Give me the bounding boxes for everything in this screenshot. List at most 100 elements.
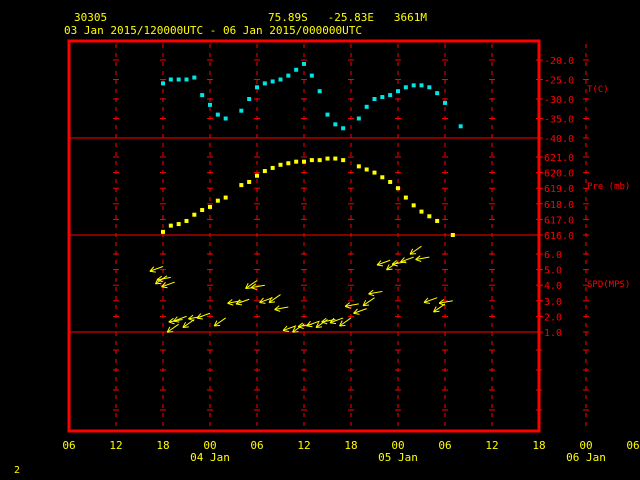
temperature-point xyxy=(396,89,400,94)
pressure-point xyxy=(396,186,400,191)
temperature-point xyxy=(239,108,244,113)
wind-arrow xyxy=(166,323,179,333)
temperature-point xyxy=(419,83,424,88)
x-tick-label: 18 xyxy=(344,439,357,452)
pressure-point xyxy=(356,164,361,169)
temperature-point xyxy=(325,112,330,117)
y-tick-label: 5.0 xyxy=(544,266,562,277)
temperature-point xyxy=(294,67,299,72)
y-tick-label: 2.0 xyxy=(544,312,562,323)
wind-arrow xyxy=(274,305,289,312)
pressure-point xyxy=(419,209,424,214)
temperature-point xyxy=(309,73,314,78)
pressure-point xyxy=(215,198,220,203)
pressure-point xyxy=(364,167,369,172)
temperature-point xyxy=(302,61,306,66)
y-tick-label: 616.0 xyxy=(544,231,574,242)
wind-arrow xyxy=(423,297,438,304)
temperature-point xyxy=(341,126,346,131)
temperature-point xyxy=(176,77,181,82)
wind-arrow xyxy=(161,281,175,289)
x-tick-label: 18 xyxy=(532,439,545,452)
temperature-point xyxy=(168,77,173,82)
pressure-point xyxy=(309,158,314,163)
pressure-point xyxy=(435,218,440,223)
y-tick-label: -30.0 xyxy=(544,95,574,106)
pressure-point xyxy=(294,159,299,164)
pressure-point xyxy=(450,233,455,237)
wind-arrow xyxy=(409,245,422,255)
x-date-label: 06 Jan xyxy=(566,451,606,464)
wind-arrow xyxy=(362,297,375,307)
temperature-point xyxy=(223,116,228,121)
y-tick-label: -35.0 xyxy=(544,115,574,126)
y-tick-label: -40.0 xyxy=(544,134,574,145)
pressure-point xyxy=(262,169,267,174)
wind-arrow xyxy=(235,298,250,306)
pressure-point xyxy=(333,156,338,161)
pressure-point xyxy=(286,161,291,166)
temperature-point xyxy=(380,95,385,100)
temperature-point xyxy=(262,81,267,86)
wind-arrow xyxy=(353,308,367,315)
pressure-point xyxy=(380,175,385,180)
meteogram-chart: 06 12 18 00 06 12 18 00 06 12 18 00 0604 Jan 05 Jan 06… xyxy=(62,39,640,464)
temperature-point xyxy=(364,104,369,109)
temperature-point xyxy=(403,85,408,90)
x-tick-label: 06 xyxy=(626,439,639,452)
pressure-point xyxy=(388,179,393,184)
temperature-point xyxy=(278,77,283,82)
temperature-point xyxy=(372,97,377,101)
pressure-point xyxy=(161,229,165,234)
temperature-point xyxy=(270,79,275,84)
wind-arrow xyxy=(297,322,312,330)
panel-label-wind: SPD(MPS) xyxy=(587,280,630,290)
temperature-point xyxy=(411,83,416,88)
temperature-point xyxy=(458,124,463,129)
panel-label-pressure: Pre (mb) xyxy=(587,182,630,192)
pressure-point xyxy=(176,222,181,227)
y-tick-label: 4.0 xyxy=(544,281,562,292)
temperature-point xyxy=(215,112,220,117)
pressure-point xyxy=(427,214,432,219)
temperature-point xyxy=(208,102,212,107)
x-tick-label: 18 xyxy=(156,439,169,452)
pressure-point xyxy=(168,223,173,228)
temperature-point xyxy=(184,77,189,82)
wind-arrow xyxy=(400,256,414,264)
y-tick-label: 3.0 xyxy=(544,297,562,308)
y-tick-label: -20.0 xyxy=(544,56,574,67)
pressure-point xyxy=(302,159,306,164)
y-tick-label: 617.0 xyxy=(544,215,574,226)
pressure-point xyxy=(192,212,197,217)
x-date-label: 04 Jan xyxy=(190,451,230,464)
pressure-point xyxy=(341,158,346,163)
x-tick-label: 12 xyxy=(109,439,122,452)
pressure-point xyxy=(270,165,275,170)
pressure-point xyxy=(325,156,330,161)
x-tick-label: 06 xyxy=(250,439,263,452)
wind-arrow xyxy=(172,315,187,323)
pressure-point xyxy=(247,179,252,184)
pressure-point xyxy=(403,195,408,200)
pressure-point xyxy=(200,208,205,213)
panel-label-temperature: T(C) xyxy=(587,85,609,95)
x-tick-label: 12 xyxy=(297,439,310,452)
y-tick-label: 619.0 xyxy=(544,184,574,195)
y-tick-label: 618.0 xyxy=(544,200,574,211)
wind-arrow xyxy=(391,260,406,267)
y-tick-label: 6.0 xyxy=(544,250,562,261)
x-tick-label: 06 xyxy=(438,439,451,452)
wind-arrow xyxy=(376,259,391,267)
temperature-point xyxy=(356,116,361,121)
temperature-point xyxy=(161,81,165,86)
pressure-point xyxy=(239,183,244,188)
temperature-point xyxy=(333,122,338,127)
wind-arrow xyxy=(188,314,203,322)
pressure-point xyxy=(208,204,212,209)
wind-arrow xyxy=(156,275,171,283)
temperature-point xyxy=(427,85,432,90)
x-tick-label: 12 xyxy=(485,439,498,452)
pressure-point xyxy=(317,158,322,163)
temperature-point xyxy=(286,73,291,78)
